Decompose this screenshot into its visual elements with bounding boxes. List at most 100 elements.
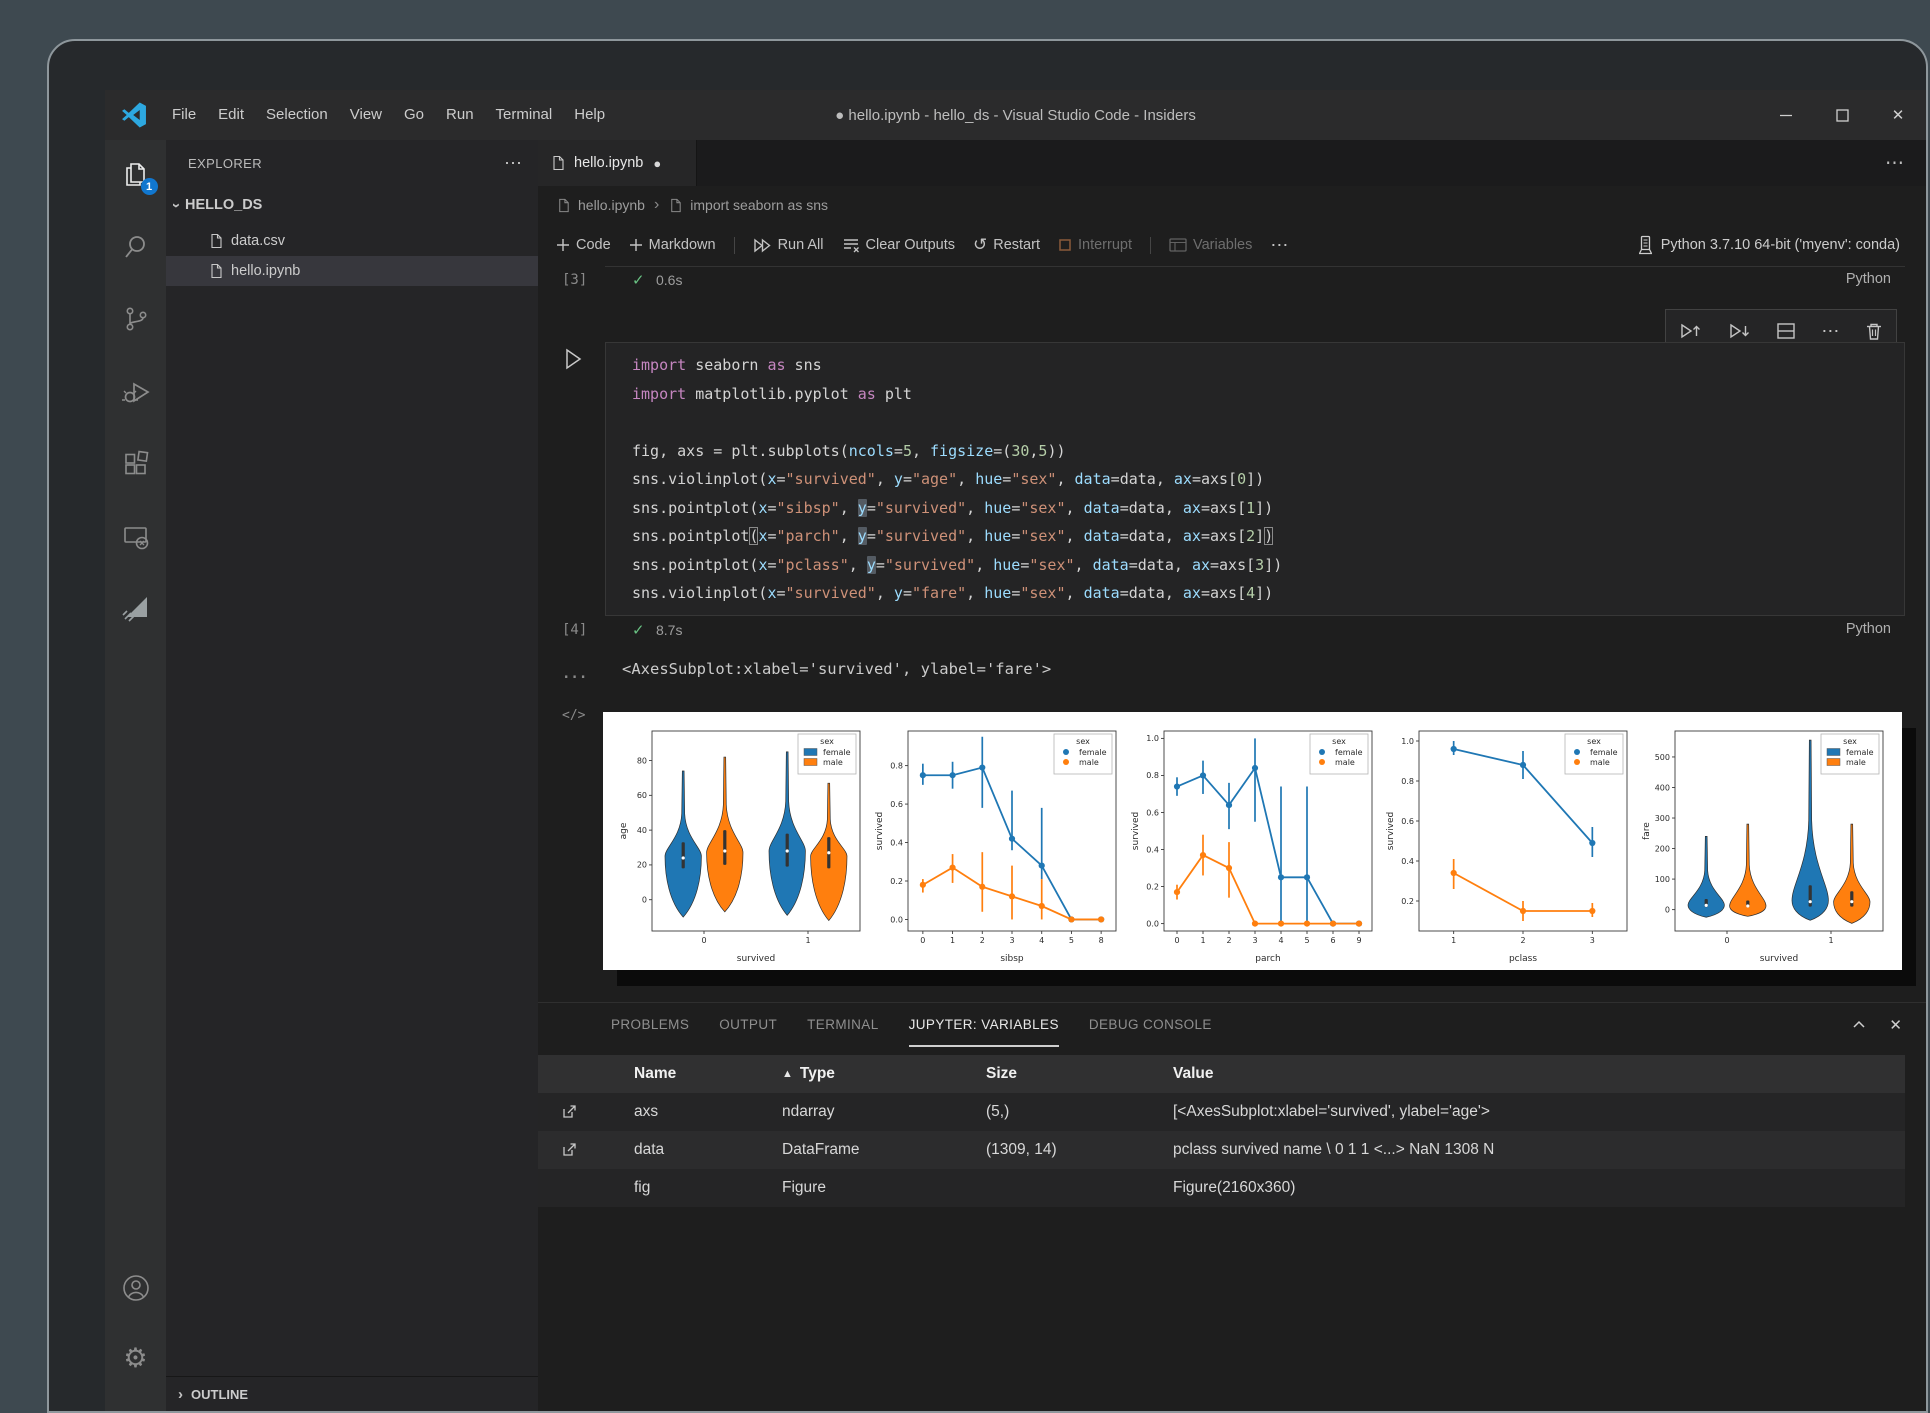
cell-more-icon[interactable]: ⋯ xyxy=(1821,321,1839,342)
remote-explorer-icon[interactable] xyxy=(121,522,151,552)
variables-rows: axsndarray(5,)[<AxesSubplot:xlabel='surv… xyxy=(538,1093,1905,1207)
file-row-hello-ipynb[interactable]: hello.ipynb xyxy=(166,256,538,286)
open-variable-icon[interactable] xyxy=(560,1131,578,1169)
cell-type: Figure xyxy=(782,1169,826,1207)
svg-text:1: 1 xyxy=(1200,936,1205,945)
svg-text:female: female xyxy=(1079,748,1107,757)
code-line: sns.violinplot(x="survived", y="fare", h… xyxy=(632,579,1904,608)
svg-text:male: male xyxy=(1079,758,1099,767)
svg-text:0: 0 xyxy=(642,895,647,904)
delete-cell-icon[interactable] xyxy=(1864,321,1884,342)
variables-table-header[interactable]: Name ▲Type Size Value xyxy=(538,1055,1905,1093)
file-row-data-csv[interactable]: data.csv xyxy=(166,226,538,256)
column-type[interactable]: ▲Type xyxy=(782,1055,835,1093)
svg-text:20: 20 xyxy=(637,861,647,870)
panel-tab-terminal[interactable]: TERMINAL xyxy=(807,1003,878,1047)
subplot-3-pclass: 0.20.40.60.81.0123pclasssurvivedsexfemal… xyxy=(1384,718,1634,964)
maximize-button[interactable] xyxy=(1814,90,1870,140)
close-panel-icon[interactable]: ✕ xyxy=(1889,1016,1902,1034)
toolbar-more-icon[interactable]: ⋯ xyxy=(1270,235,1288,256)
account-icon[interactable] xyxy=(121,1273,151,1303)
outline-label: OUTLINE xyxy=(191,1387,248,1402)
panel-tab-jupyter-variables[interactable]: JUPYTER: VARIABLES xyxy=(909,1003,1059,1047)
panel-tab-output[interactable]: OUTPUT xyxy=(719,1003,777,1047)
menu-help[interactable]: Help xyxy=(563,106,616,123)
run-cell-button[interactable] xyxy=(559,346,585,372)
svg-text:0: 0 xyxy=(920,936,925,945)
explorer-icon[interactable]: 1 xyxy=(121,160,151,190)
menu-selection[interactable]: Selection xyxy=(255,106,339,123)
cell4-language[interactable]: Python xyxy=(1846,621,1891,637)
variables-table: Name ▲Type Size Value axsndarray(5,)[<Ax… xyxy=(538,1055,1905,1207)
menu-terminal[interactable]: Terminal xyxy=(485,106,564,123)
variable-row-axs[interactable]: axsndarray(5,)[<AxesSubplot:xlabel='surv… xyxy=(538,1093,1905,1131)
svg-text:female: female xyxy=(1590,748,1618,757)
file-icon xyxy=(208,263,224,279)
add-markdown-button[interactable]: Markdown xyxy=(629,237,716,253)
menu-edit[interactable]: Edit xyxy=(207,106,255,123)
interrupt-icon xyxy=(1058,238,1072,252)
editor-more-actions-icon[interactable]: ⋯ xyxy=(1885,140,1904,186)
tab-hello-ipynb[interactable]: hello.ipynb ● xyxy=(538,140,697,186)
search-icon[interactable] xyxy=(121,232,151,262)
menu-run[interactable]: Run xyxy=(435,106,485,123)
menu-file[interactable]: File xyxy=(161,106,207,123)
svg-text:0.6: 0.6 xyxy=(890,800,903,809)
sort-ascending-icon: ▲ xyxy=(782,1068,793,1080)
svg-text:pclass: pclass xyxy=(1509,954,1537,964)
file-label: data.csv xyxy=(231,233,285,249)
source-control-icon[interactable] xyxy=(121,304,151,334)
code-line: fig, axs = plt.subplots(ncols=5, figsize… xyxy=(632,437,1904,466)
svg-text:400: 400 xyxy=(1655,783,1670,792)
panel-tab-problems[interactable]: PROBLEMS xyxy=(611,1003,689,1047)
subplot-1-sibsp: 0.00.20.40.60.80123458sibspsurvivedsexfe… xyxy=(873,718,1123,964)
code-cell-editor[interactable]: import seaborn as snsimport matplotlib.p… xyxy=(605,342,1905,616)
outline-section[interactable]: › OUTLINE xyxy=(166,1376,538,1411)
svg-text:female: female xyxy=(1846,748,1874,757)
code-line: sns.pointplot(x="parch", y="survived", h… xyxy=(632,522,1904,551)
interrupt-button[interactable]: Interrupt xyxy=(1058,237,1132,253)
code-line: sns.pointplot(x="pclass", y="survived", … xyxy=(632,551,1904,580)
menu-view[interactable]: View xyxy=(339,106,393,123)
restart-button[interactable]: ↺Restart xyxy=(973,235,1040,255)
run-debug-icon[interactable] xyxy=(121,377,151,407)
svg-text:0.2: 0.2 xyxy=(1402,897,1415,906)
toolbar-separator xyxy=(1150,237,1151,254)
cell3-language[interactable]: Python xyxy=(1846,271,1891,287)
kernel-picker[interactable]: Python 3.7.10 64-bit ('myenv': conda) xyxy=(1637,235,1900,255)
collapsed-output-marker[interactable]: ... xyxy=(562,666,587,682)
sidebar-more-icon[interactable]: ⋯ xyxy=(504,153,522,174)
svg-text:female: female xyxy=(1335,748,1363,757)
panel-tab-debug-console[interactable]: DEBUG CONSOLE xyxy=(1089,1003,1212,1047)
execute-below-icon[interactable] xyxy=(1727,320,1751,342)
clear-outputs-button[interactable]: Clear Outputs xyxy=(842,237,955,253)
run-all-button[interactable]: Run All xyxy=(753,237,824,254)
folder-label: HELLO_DS xyxy=(185,197,262,213)
svg-text:fare: fare xyxy=(1642,822,1652,840)
output-mimetype-marker[interactable]: </> xyxy=(562,708,585,723)
live-share-icon[interactable] xyxy=(121,592,151,622)
extensions-icon[interactable] xyxy=(121,450,151,480)
variable-row-data[interactable]: dataDataFrame(1309, 14)pclass survived n… xyxy=(538,1131,1905,1169)
collapse-panel-icon[interactable] xyxy=(1851,1017,1867,1033)
svg-text:male: male xyxy=(1590,758,1610,767)
settings-gear-icon[interactable]: ⚙ xyxy=(121,1343,151,1373)
explorer-sidebar: EXPLORER ⋯ › HELLO_DS data.csv hello.ipy… xyxy=(166,140,539,1411)
variable-row-fig[interactable]: figFigureFigure(2160x360) xyxy=(538,1169,1905,1207)
breadcrumb-file[interactable]: hello.ipynb xyxy=(578,197,645,213)
add-code-button[interactable]: Code xyxy=(556,237,611,253)
execute-above-icon[interactable] xyxy=(1678,320,1702,342)
svg-text:500: 500 xyxy=(1655,753,1670,762)
split-cell-icon[interactable] xyxy=(1775,321,1797,341)
close-button[interactable]: ✕ xyxy=(1870,90,1926,140)
breadcrumb-symbol[interactable]: import seaborn as sns xyxy=(690,197,828,213)
menu-go[interactable]: Go xyxy=(393,106,435,123)
open-variable-icon[interactable] xyxy=(560,1093,578,1131)
tab-bar: hello.ipynb ● ⋯ xyxy=(538,140,1926,186)
svg-text:survived: survived xyxy=(1760,954,1799,964)
svg-text:0.4: 0.4 xyxy=(890,838,903,847)
folder-row-hello-ds[interactable]: › HELLO_DS xyxy=(166,190,538,220)
minimize-button[interactable] xyxy=(1758,90,1814,140)
variables-button[interactable]: Variables xyxy=(1169,237,1252,253)
cell-name: axs xyxy=(634,1093,658,1131)
